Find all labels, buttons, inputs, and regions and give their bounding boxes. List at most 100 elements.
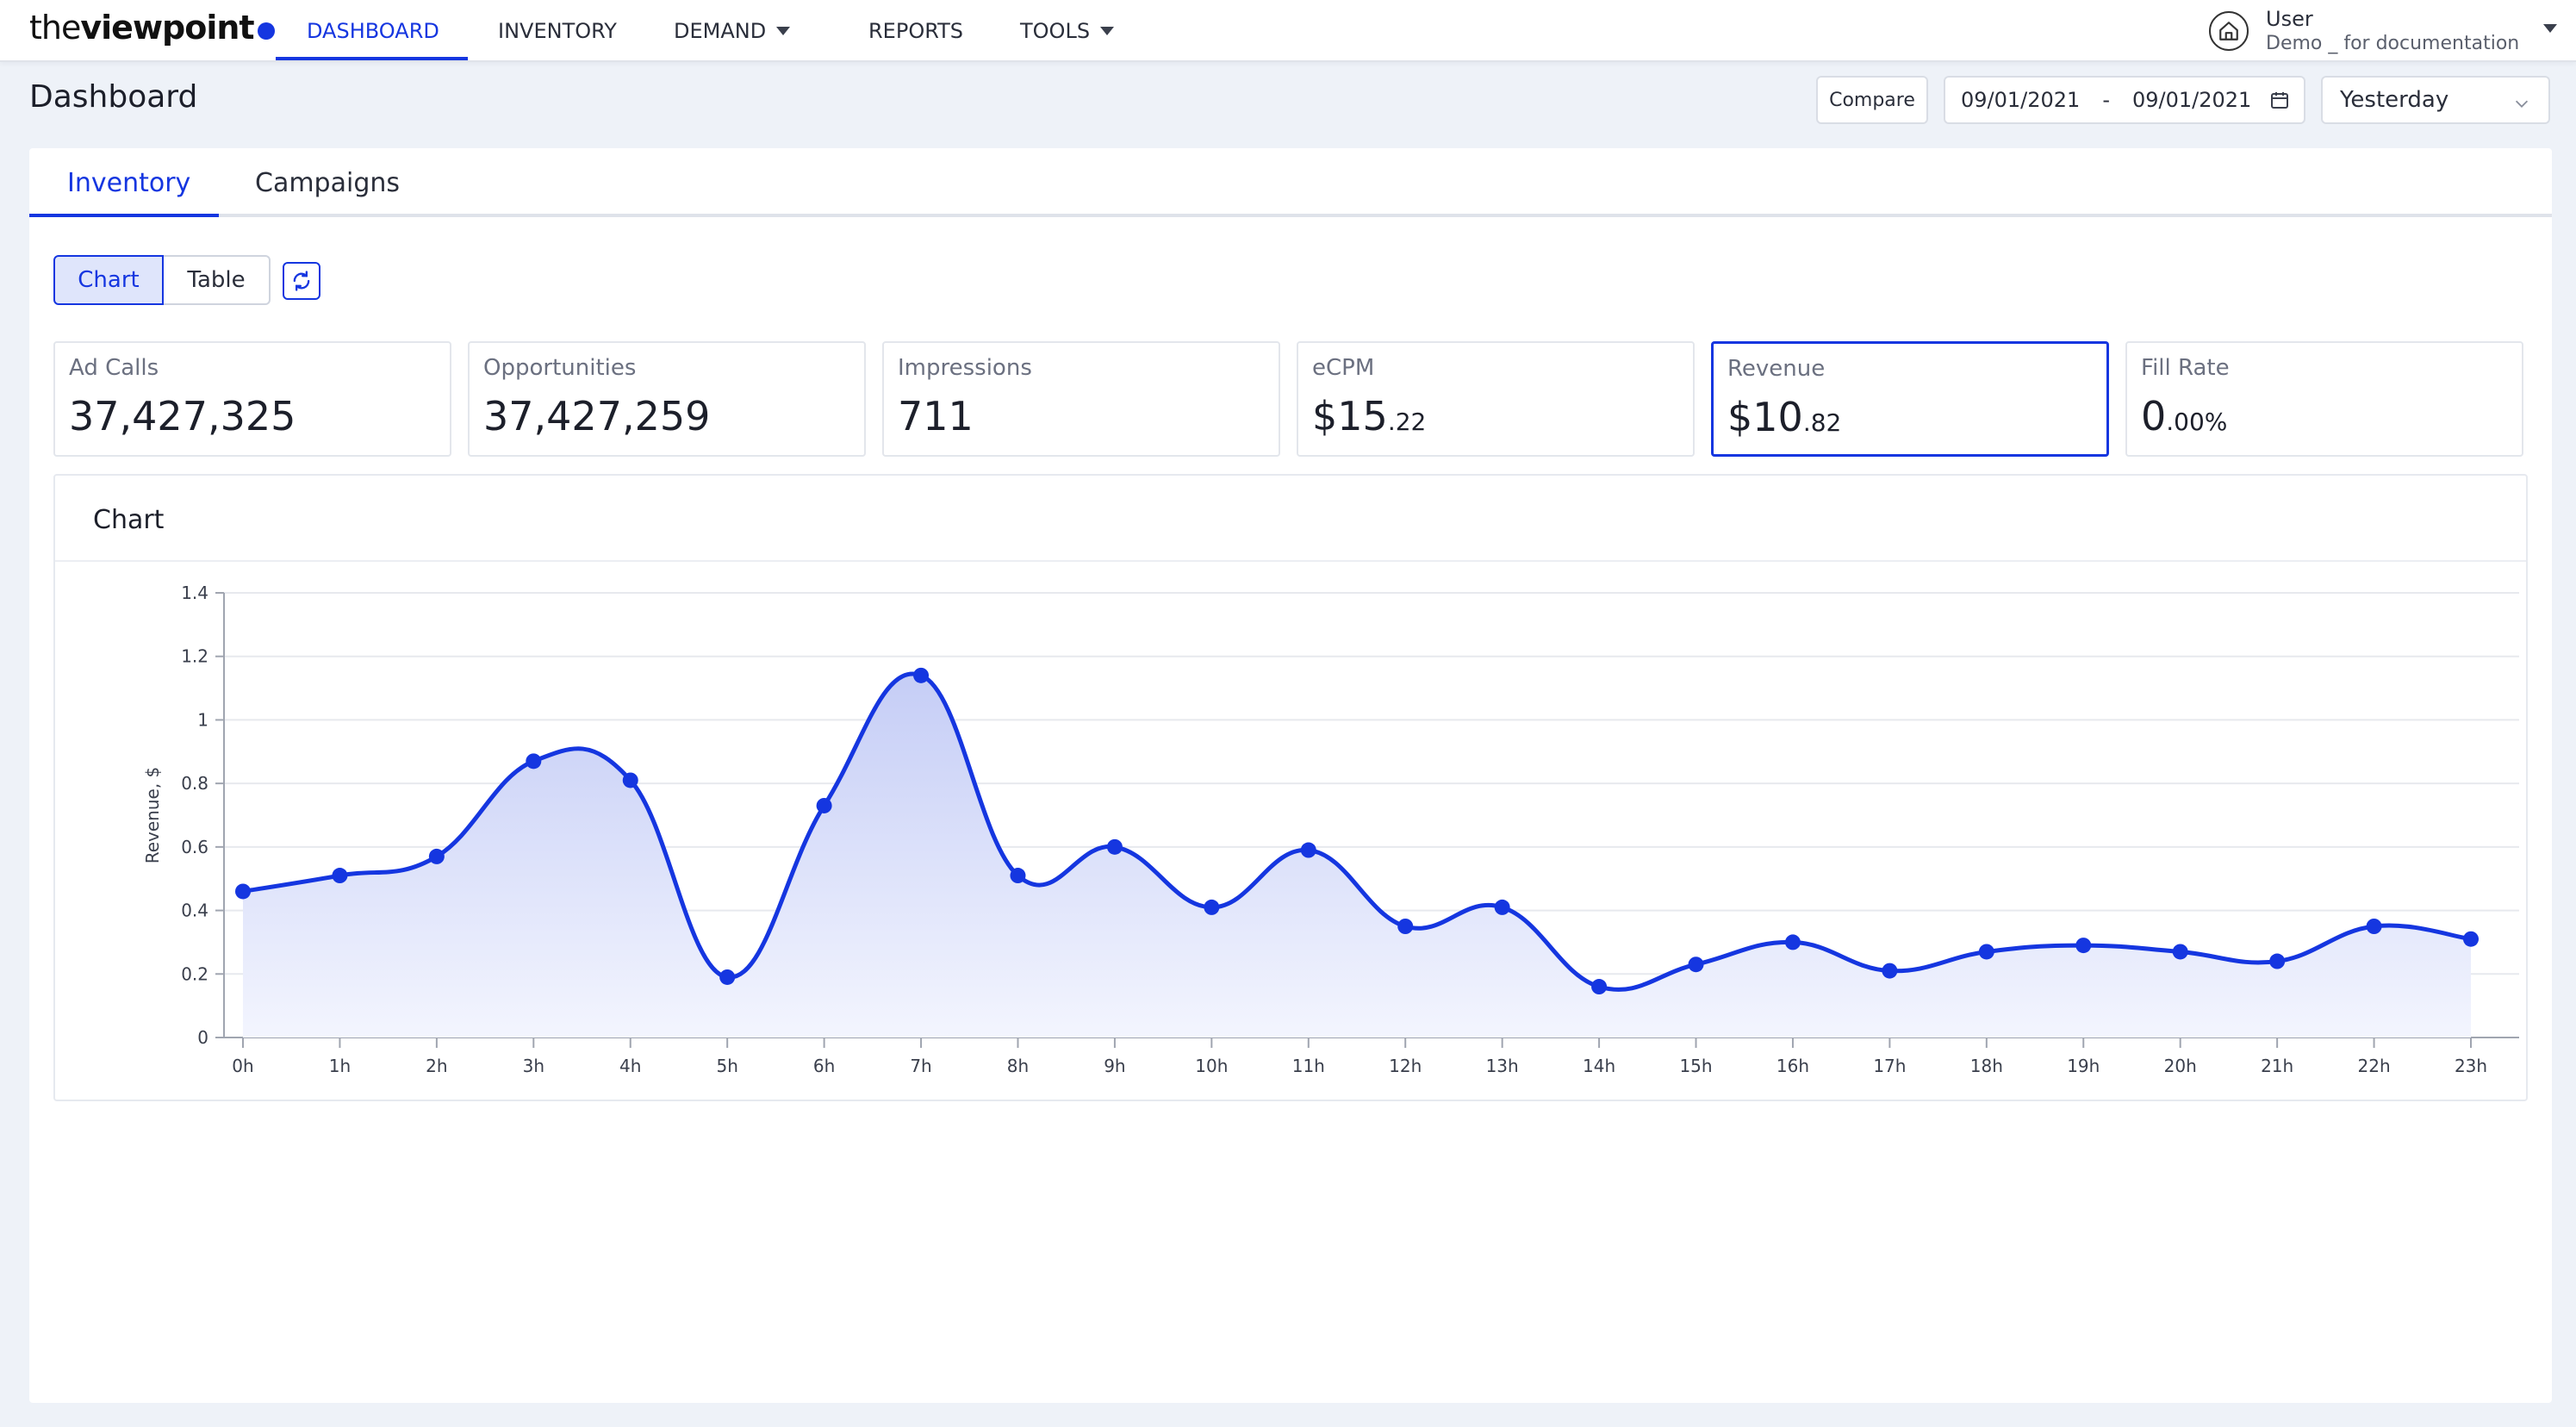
nav-dashboard[interactable]: DASHBOARD [307,0,439,62]
x-tick-label: 17h [1873,1056,1906,1076]
kpi-value-decimals: .22 [1387,408,1427,436]
nav-tools-label: TOOLS [1020,19,1091,43]
revenue-chart[interactable]: 0 0.2 0.4 0.6 0.8 1 1.2 1.4 Revenue, $ 0h 1h 2h 3h 4h… [55,562,2526,1096]
y-tick-label: 1.2 [181,646,208,667]
refresh-button[interactable] [283,262,320,300]
x-tick-label: 13h [1486,1056,1519,1076]
calendar-icon [2269,90,2290,115]
refresh-icon [293,271,310,291]
kpi-value: 37,427,325 [69,393,296,439]
x-tick-label: 4h [619,1056,641,1076]
kpi-opportunities[interactable]: Opportunities 37,427,259 [468,341,866,457]
data-point[interactable] [2366,919,2382,934]
data-point[interactable] [1591,979,1608,995]
y-tick-label: 0.2 [181,963,208,984]
x-tick-label: 16h [1776,1056,1809,1076]
data-point[interactable] [428,848,445,864]
kpi-impressions[interactable]: Impressions 711 [882,341,1280,457]
x-tick-label: 20h [2164,1056,2197,1076]
data-point[interactable] [2075,938,2092,954]
kpi-ecpm[interactable]: eCPM $15.22 [1297,341,1695,457]
date-to: 09/01/2021 [2132,88,2252,112]
nav-dashboard-label: DASHBOARD [307,19,439,43]
logo-dot-icon [257,22,275,40]
kpi-value: $15.22 [1312,393,1426,439]
kpi-ad-calls[interactable]: Ad Calls 37,427,325 [53,341,451,457]
data-point[interactable] [1397,919,1414,934]
data-point[interactable] [1300,842,1316,858]
kpi-value-decimals: .00% [2166,408,2228,436]
data-point[interactable] [816,797,832,813]
nav-inventory[interactable]: INVENTORY [498,0,617,62]
period-select[interactable]: Yesterday [2321,76,2550,124]
data-point[interactable] [1106,838,1123,855]
kpi-value-decimals: .82 [1802,408,1842,437]
nav-reports[interactable]: REPORTS [868,0,963,62]
y-tick-label: 0.6 [181,837,208,857]
x-tick-label: 19h [2067,1056,2100,1076]
main-panel: Inventory Campaigns Chart Table Ad Calls… [29,148,2552,1403]
x-tick-label: 2h [426,1056,447,1076]
data-point[interactable] [622,772,638,788]
user-subtitle: Demo _ for documentation [2266,33,2520,54]
kpi-label: eCPM [1312,355,1375,381]
kpi-value: 37,427,259 [483,393,711,439]
nav-reports-label: REPORTS [868,19,964,43]
nav-tools[interactable]: TOOLS [1020,0,1115,62]
y-tick-label: 0.8 [181,773,208,794]
view-table-button[interactable]: Table [164,255,271,305]
chevron-down-icon [2512,93,2531,119]
kpi-value: 711 [898,393,974,439]
data-point[interactable] [1882,963,1898,979]
brand-logo[interactable]: the viewpoint [29,3,275,52]
nav-demand-label: DEMAND [674,19,767,43]
data-point[interactable] [332,868,348,884]
user-name: User [2266,7,2313,31]
tab-active-indicator [29,214,219,217]
x-tick-label: 22h [2358,1056,2391,1076]
compare-button[interactable]: Compare [1816,76,1928,124]
data-point[interactable] [526,753,542,770]
tab-campaigns[interactable]: Campaigns [255,148,400,217]
x-tick-label: 14h [1583,1056,1615,1076]
caret-down-icon [776,27,791,35]
data-point[interactable] [1978,944,1994,960]
kpi-label: Fill Rate [2141,355,2230,381]
tab-inventory[interactable]: Inventory [67,148,190,217]
nav-demand[interactable]: DEMAND [674,0,791,62]
data-point[interactable] [2172,944,2188,960]
data-point[interactable] [1010,868,1026,884]
date-from: 09/01/2021 [1961,88,2081,112]
data-point[interactable] [1784,934,1801,950]
kpi-value: $10.82 [1727,394,1841,440]
chart-card-header: Chart [55,476,2526,562]
data-point[interactable] [2269,953,2286,969]
top-navbar: the viewpoint DASHBOARD INVENTORY DEMAND … [0,0,2576,62]
x-tick-label: 10h [1195,1056,1228,1076]
data-point[interactable] [2463,931,2479,947]
x-tick-label: 5h [716,1056,737,1076]
data-point[interactable] [1204,899,1220,915]
date-range-picker[interactable]: 09/01/2021 - 09/01/2021 [1944,76,2305,124]
kpi-value-main: 15 [1337,393,1388,439]
y-tick-label: 1.4 [181,583,208,603]
data-point[interactable] [719,969,736,985]
user-menu[interactable]: User Demo _ for documentation [2209,0,2519,62]
x-tick-label: 23h [2455,1056,2487,1076]
nav-inventory-label: INVENTORY [498,19,617,43]
period-select-value: Yesterday [2340,87,2449,113]
x-tick-label: 8h [1007,1056,1029,1076]
x-tick-label: 7h [910,1056,931,1076]
kpi-label: Revenue [1727,356,1826,382]
data-point[interactable] [913,667,930,683]
data-point[interactable] [235,883,251,900]
x-tick-label: 18h [1970,1056,2003,1076]
x-tick-label: 15h [1679,1056,1712,1076]
kpi-revenue[interactable]: Revenue $10.82 [1711,341,2109,457]
data-point[interactable] [1688,957,1704,973]
view-chart-button[interactable]: Chart [53,255,164,305]
kpi-fill-rate[interactable]: Fill Rate 0.00% [2125,341,2523,457]
user-menu-caret-icon[interactable] [2543,24,2557,33]
data-point[interactable] [1494,899,1510,915]
y-tick-label: 0 [197,1027,208,1048]
